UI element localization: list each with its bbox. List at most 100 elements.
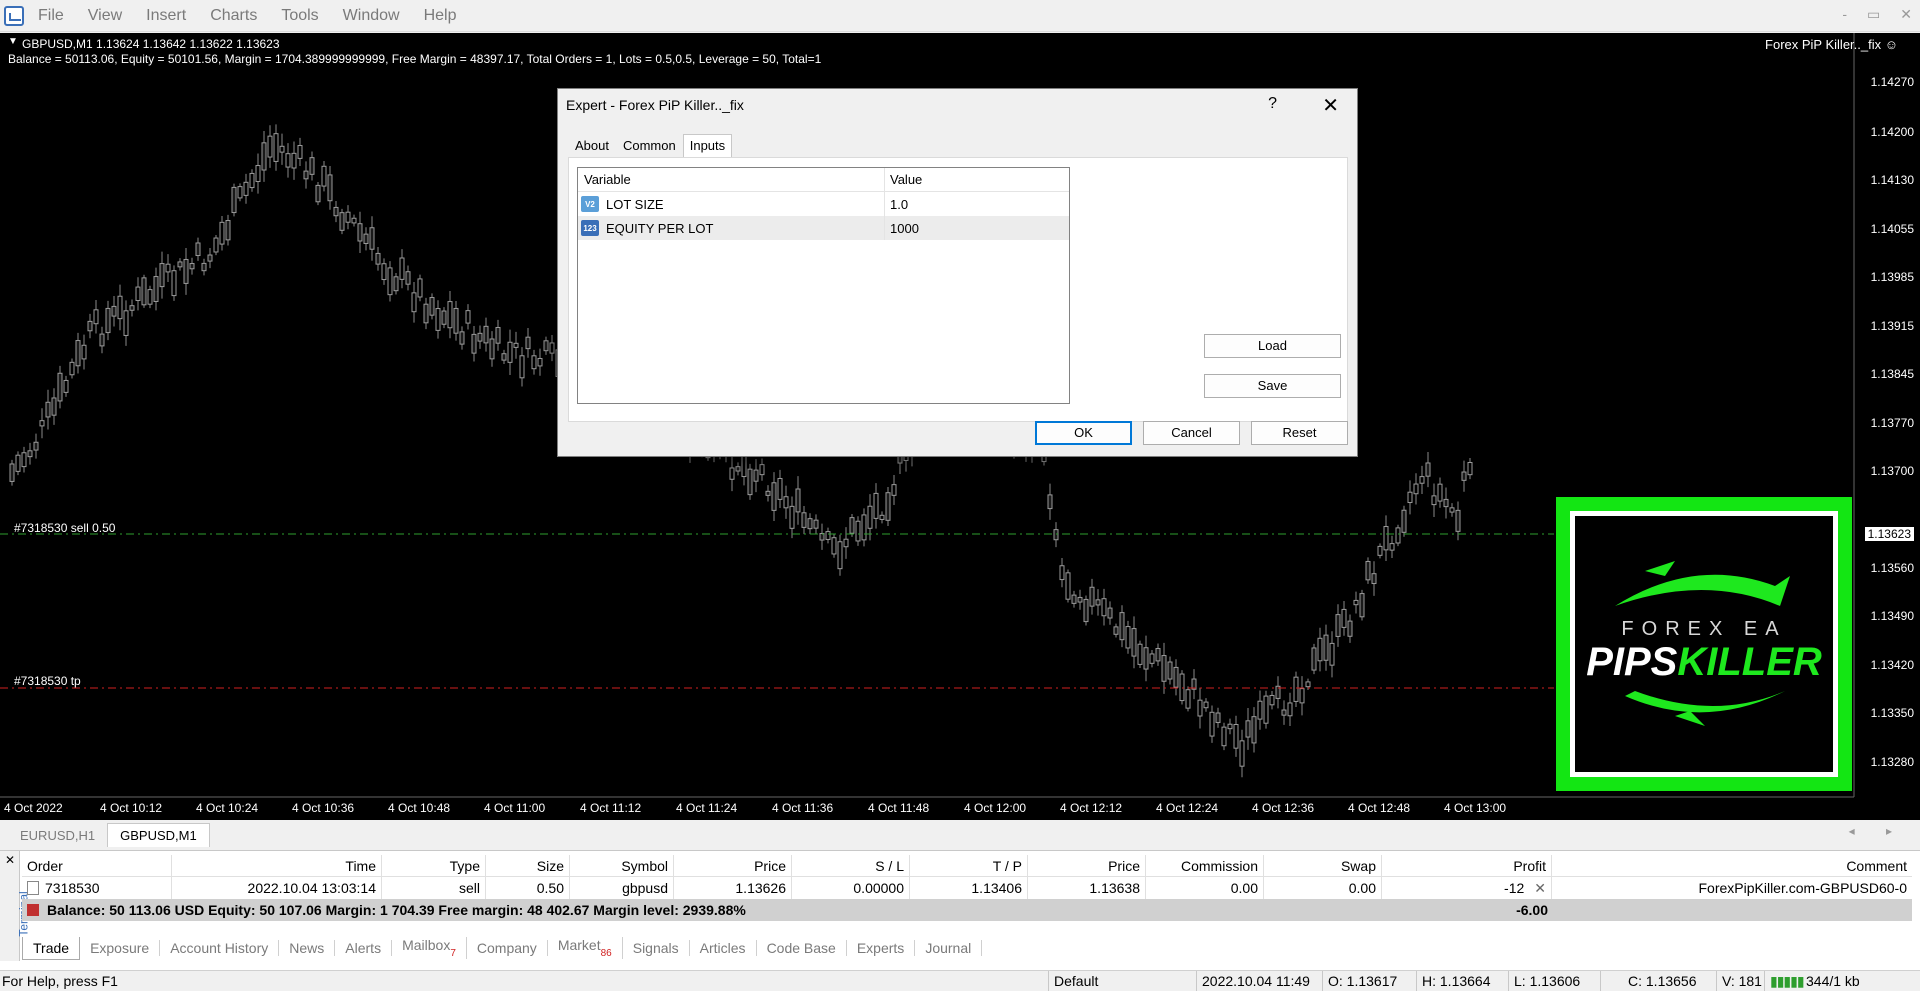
column-type[interactable]: Type [382,855,486,876]
tab-exposure[interactable]: Exposure [80,940,161,956]
variable-value[interactable]: 1.0 [885,197,908,212]
tab-trade[interactable]: Trade [22,936,81,960]
help-icon[interactable]: ? [1268,95,1277,113]
candle-body [495,326,501,344]
close-icon[interactable]: ✕ [1322,93,1339,118]
tab-common[interactable]: Common [616,134,683,157]
table-row[interactable]: 7318530 2022.10.04 13:03:14 sell 0.50 gb… [22,877,1912,899]
tab-journal[interactable]: Journal [915,940,983,956]
load-button[interactable]: Load [1204,334,1341,358]
price-tick-label: 1.14270 [1870,75,1914,89]
column-time[interactable]: Time [172,855,382,876]
chart-account-line: Balance = 50113.06, Equity = 50101.56, M… [8,52,822,66]
candle-body [333,206,339,217]
expert-label[interactable]: Forex PiP Killer.._fix ☺ [1765,37,1898,52]
take-profit-label: #7318530 tp [14,674,81,688]
tab-company[interactable]: Company [467,940,548,956]
column-comment[interactable]: Comment [1552,855,1912,876]
time-tick-label: 4 Oct 2022 [4,801,63,815]
restore-icon[interactable]: ▭ [1867,6,1880,23]
tab-mailbox[interactable]: Mailbox7 [392,937,467,959]
column-price[interactable]: Price [674,855,792,876]
variable-value[interactable]: 1000 [885,221,919,236]
tab-market[interactable]: Market86 [548,937,623,959]
save-button[interactable]: Save [1204,374,1341,398]
candle-body [1281,709,1287,716]
candle-body [57,372,63,402]
candle-body [1467,462,1473,476]
grid-row[interactable]: 123 EQUITY PER LOT 1000 [578,216,1069,240]
column-commission[interactable]: Commission [1146,855,1264,876]
candle-body [123,310,129,336]
menu-insert[interactable]: Insert [146,7,186,25]
candle-body [1329,642,1335,666]
menu-tools[interactable]: Tools [281,7,318,25]
order-type: sell [382,877,486,899]
candle-body [543,340,549,352]
candle-body [477,332,483,342]
candle-body [861,514,867,541]
menu-view[interactable]: View [88,7,122,25]
order-tp: 1.13406 [910,877,1028,899]
column-size[interactable]: Size [486,855,570,876]
close-order-icon[interactable]: ✕ [1534,880,1546,897]
column-header-variable[interactable]: Variable [578,168,885,191]
candle-body [1185,689,1191,709]
column-profit[interactable]: Profit [1382,855,1552,876]
reset-button[interactable]: Reset [1251,421,1348,445]
tab-inputs[interactable]: Inputs [682,134,733,157]
tab-scroll-arrows-icon[interactable]: ◂ ▸ [1849,824,1906,838]
candle-body [285,153,291,168]
candle-body [33,441,39,451]
menu-window[interactable]: Window [343,7,400,25]
candle-body [1173,666,1179,688]
chart-tab-gbpusd[interactable]: GBPUSD,M1 [107,823,210,847]
tab-account-history[interactable]: Account History [160,940,280,956]
menu-help[interactable]: Help [424,7,457,25]
close-icon[interactable]: ✕ [1900,6,1912,23]
chart-dropdown-icon[interactable]: ▼ [8,36,18,47]
ok-button[interactable]: OK [1035,421,1132,445]
chart-tab-eurusd[interactable]: EURUSD,H1 [8,824,107,847]
candle-body [201,262,207,272]
column-tp[interactable]: T / P [910,855,1028,876]
candle-body [273,133,279,162]
tab-about[interactable]: About [568,134,616,157]
close-terminal-icon[interactable]: ✕ [5,853,15,867]
candle-body [1419,476,1425,484]
column-symbol[interactable]: Symbol [570,855,674,876]
order-profit: -12 [1504,880,1525,896]
tab-signals[interactable]: Signals [623,940,690,956]
order-price: 1.13626 [674,877,792,899]
tab-experts[interactable]: Experts [847,940,916,956]
menu-charts[interactable]: Charts [210,7,257,25]
candle-body [63,379,69,393]
candle-body [249,172,255,189]
cancel-button[interactable]: Cancel [1143,421,1240,445]
price-tick-label: 1.13560 [1870,561,1914,575]
menu-file[interactable]: File [38,7,64,25]
column-header-value[interactable]: Value [885,172,922,187]
order-time: 2022.10.04 13:03:14 [172,877,382,899]
minimize-icon[interactable]: - [1842,6,1847,23]
tab-alerts[interactable]: Alerts [335,940,393,956]
candle-body [375,252,381,265]
tab-code-base[interactable]: Code Base [757,940,847,956]
column-swap[interactable]: Swap [1264,855,1382,876]
candle-body [363,233,369,244]
column-current-price[interactable]: Price [1028,855,1146,876]
tab-articles[interactable]: Articles [690,940,757,956]
grid-row[interactable]: V2 LOT SIZE 1.0 [578,192,1069,216]
column-order[interactable]: Order [22,855,172,876]
column-sl[interactable]: S / L [792,855,910,876]
connection-bars-icon[interactable]: ▮▮▮▮▮ [1770,973,1805,990]
tab-news[interactable]: News [279,940,336,956]
time-tick-label: 4 Oct 10:36 [292,801,355,815]
candle-body [387,267,393,296]
window-controls: - ▭ ✕ [1842,6,1912,23]
candle-body [1353,599,1359,606]
candle-body [351,217,357,224]
status-profile[interactable]: Default [1054,973,1098,989]
candle-body [1287,702,1293,717]
candle-body [243,181,249,196]
